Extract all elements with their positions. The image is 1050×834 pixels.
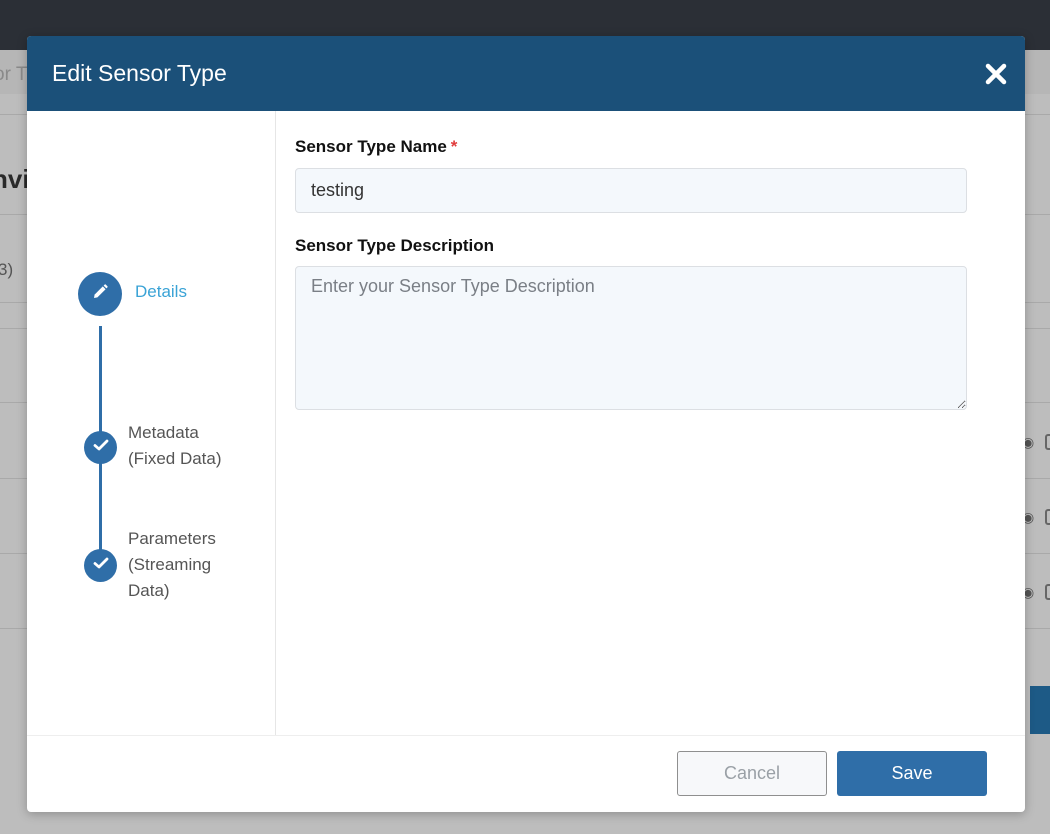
step-metadata-label[interactable]: Metadata (Fixed Data) (128, 420, 258, 472)
step-details[interactable] (78, 272, 122, 316)
step-parameters[interactable] (84, 549, 117, 582)
sensor-type-name-input[interactable] (295, 168, 967, 213)
check-icon (92, 554, 110, 577)
edit-sensor-type-dialog: Edit Sensor Type Details Metadata (Fixed… (27, 36, 1025, 812)
step-parameters-label-line: (Streaming (128, 555, 212, 574)
step-parameters-label-line: Data) (128, 581, 170, 600)
background-count: 3) (0, 260, 14, 279)
background-heading: nvi (0, 164, 30, 194)
step-parameters-label[interactable]: Parameters (Streaming Data) (128, 526, 258, 604)
edit-icon (1045, 434, 1050, 450)
edit-icon (1045, 584, 1050, 600)
sensor-type-description-textarea[interactable] (295, 266, 967, 410)
step-metadata-label-line: (Fixed Data) (128, 449, 222, 468)
step-details-label[interactable]: Details (135, 282, 187, 302)
dialog-footer: Cancel Save (27, 735, 1025, 812)
dialog-title: Edit Sensor Type (52, 60, 227, 86)
dialog-header: Edit Sensor Type (27, 36, 1025, 111)
sensor-type-name-label-text: Sensor Type Name (295, 137, 447, 156)
step-metadata[interactable] (84, 431, 117, 464)
cancel-button[interactable]: Cancel (677, 751, 827, 796)
edit-icon (1045, 509, 1050, 525)
background-button (1030, 686, 1050, 734)
step-metadata-label-line: Metadata (128, 423, 199, 442)
save-button[interactable]: Save (837, 751, 987, 796)
background-breadcrumb: or T (0, 64, 28, 85)
sensor-type-description-label: Sensor Type Description (295, 236, 495, 255)
step-parameters-label-line: Parameters (128, 529, 216, 548)
check-icon (92, 436, 110, 459)
wizard-stepper: Details Metadata (Fixed Data) Parameters… (27, 111, 276, 735)
sensor-type-name-label: Sensor Type Name * (295, 137, 457, 157)
close-icon[interactable] (983, 61, 1009, 87)
required-marker: * (450, 137, 458, 156)
pencil-icon (91, 283, 109, 306)
